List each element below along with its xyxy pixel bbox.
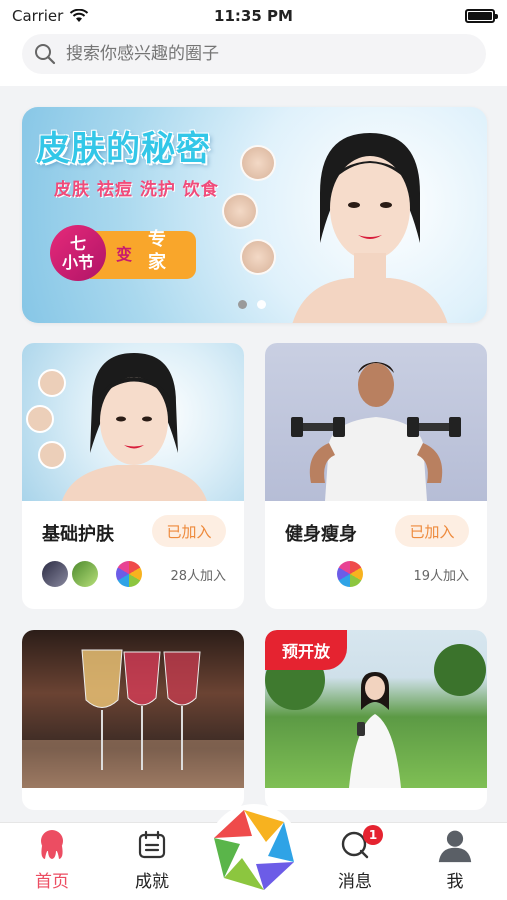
group-card-wine[interactable] — [22, 630, 244, 810]
badge-circle: 七 小节 — [50, 225, 106, 281]
badge-expert: 专家 — [148, 229, 166, 273]
battery-icon — [465, 9, 498, 23]
badge-change: 变 — [116, 245, 133, 264]
group-members: 28人加入 — [42, 559, 226, 589]
wine-glasses-image — [22, 649, 244, 788]
pre-open-badge: 预开放 — [265, 630, 347, 670]
group-name: 健身瘦身 — [285, 524, 357, 545]
banner-carousel[interactable]: 皮肤的秘密 皮肤 祛痘 洗护 饮食 七 小节 变 专家 — [22, 107, 487, 323]
skin-closeup-2 — [222, 193, 258, 229]
skincare-image — [22, 343, 244, 501]
skin-closeup-1 — [240, 145, 276, 181]
man-dumbbell-image — [291, 362, 461, 501]
carousel-dot-2[interactable] — [257, 300, 266, 309]
aperture-icon — [337, 561, 363, 587]
top-bar — [0, 32, 507, 86]
fitness-image — [265, 343, 487, 501]
group-name: 基础护肤 — [42, 524, 114, 545]
member-count: 19人加入 — [413, 568, 469, 584]
tab-label: 成就 — [135, 872, 169, 892]
wine-glasses-image — [22, 630, 244, 788]
unread-badge: 1 — [363, 825, 383, 845]
aperture-icon — [116, 561, 142, 587]
tab-home[interactable]: 首页 — [12, 827, 92, 897]
tab-achievements[interactable]: 成就 — [112, 827, 192, 897]
search-input[interactable] — [66, 44, 446, 64]
banner-title: 皮肤的秘密 — [36, 129, 211, 169]
carousel-indicator — [238, 300, 266, 309]
carousel-dot-1[interactable] — [238, 300, 247, 309]
joined-button[interactable]: 已加入 — [152, 515, 226, 547]
tab-label: 消息 — [338, 872, 372, 892]
woman-portrait-image — [292, 133, 448, 323]
group-members: 19人加入 — [285, 559, 469, 589]
banner-subtitle: 皮肤 祛痘 洗护 饮食 — [54, 180, 219, 200]
member-count: 28人加入 — [170, 568, 226, 584]
member-avatar — [42, 561, 68, 587]
octopus-icon — [34, 827, 70, 863]
clock: 11:35 PM — [214, 7, 293, 25]
group-card-fitness[interactable]: 健身瘦身 已加入 19人加入 — [265, 343, 487, 609]
group-card-outdoor[interactable]: 预开放 — [265, 630, 487, 810]
aperture-icon — [214, 810, 294, 890]
skin-closeup-3 — [240, 239, 276, 275]
tab-profile[interactable]: 我 — [415, 827, 495, 897]
badge-line1: 七 — [69, 233, 86, 253]
calendar-icon — [134, 827, 170, 863]
tab-label: 我 — [446, 872, 464, 892]
status-bar: Carrier 11:35 PM — [0, 0, 507, 32]
search-bar[interactable] — [22, 34, 486, 74]
woman-portrait-image — [26, 353, 207, 501]
badge-line2: 小节 — [61, 253, 94, 272]
center-action-button[interactable] — [208, 804, 300, 896]
chat-bubble-icon: 1 — [337, 825, 383, 863]
person-icon — [437, 827, 473, 863]
group-card-skincare[interactable]: 基础护肤 已加入 28人加入 — [22, 343, 244, 609]
search-icon — [35, 44, 56, 65]
joined-button[interactable]: 已加入 — [395, 515, 469, 547]
banner-badge: 七 小节 变 专家 — [50, 225, 198, 281]
tab-messages[interactable]: 1 消息 — [315, 825, 395, 897]
member-avatar — [72, 561, 98, 587]
tab-label: 首页 — [35, 872, 69, 892]
